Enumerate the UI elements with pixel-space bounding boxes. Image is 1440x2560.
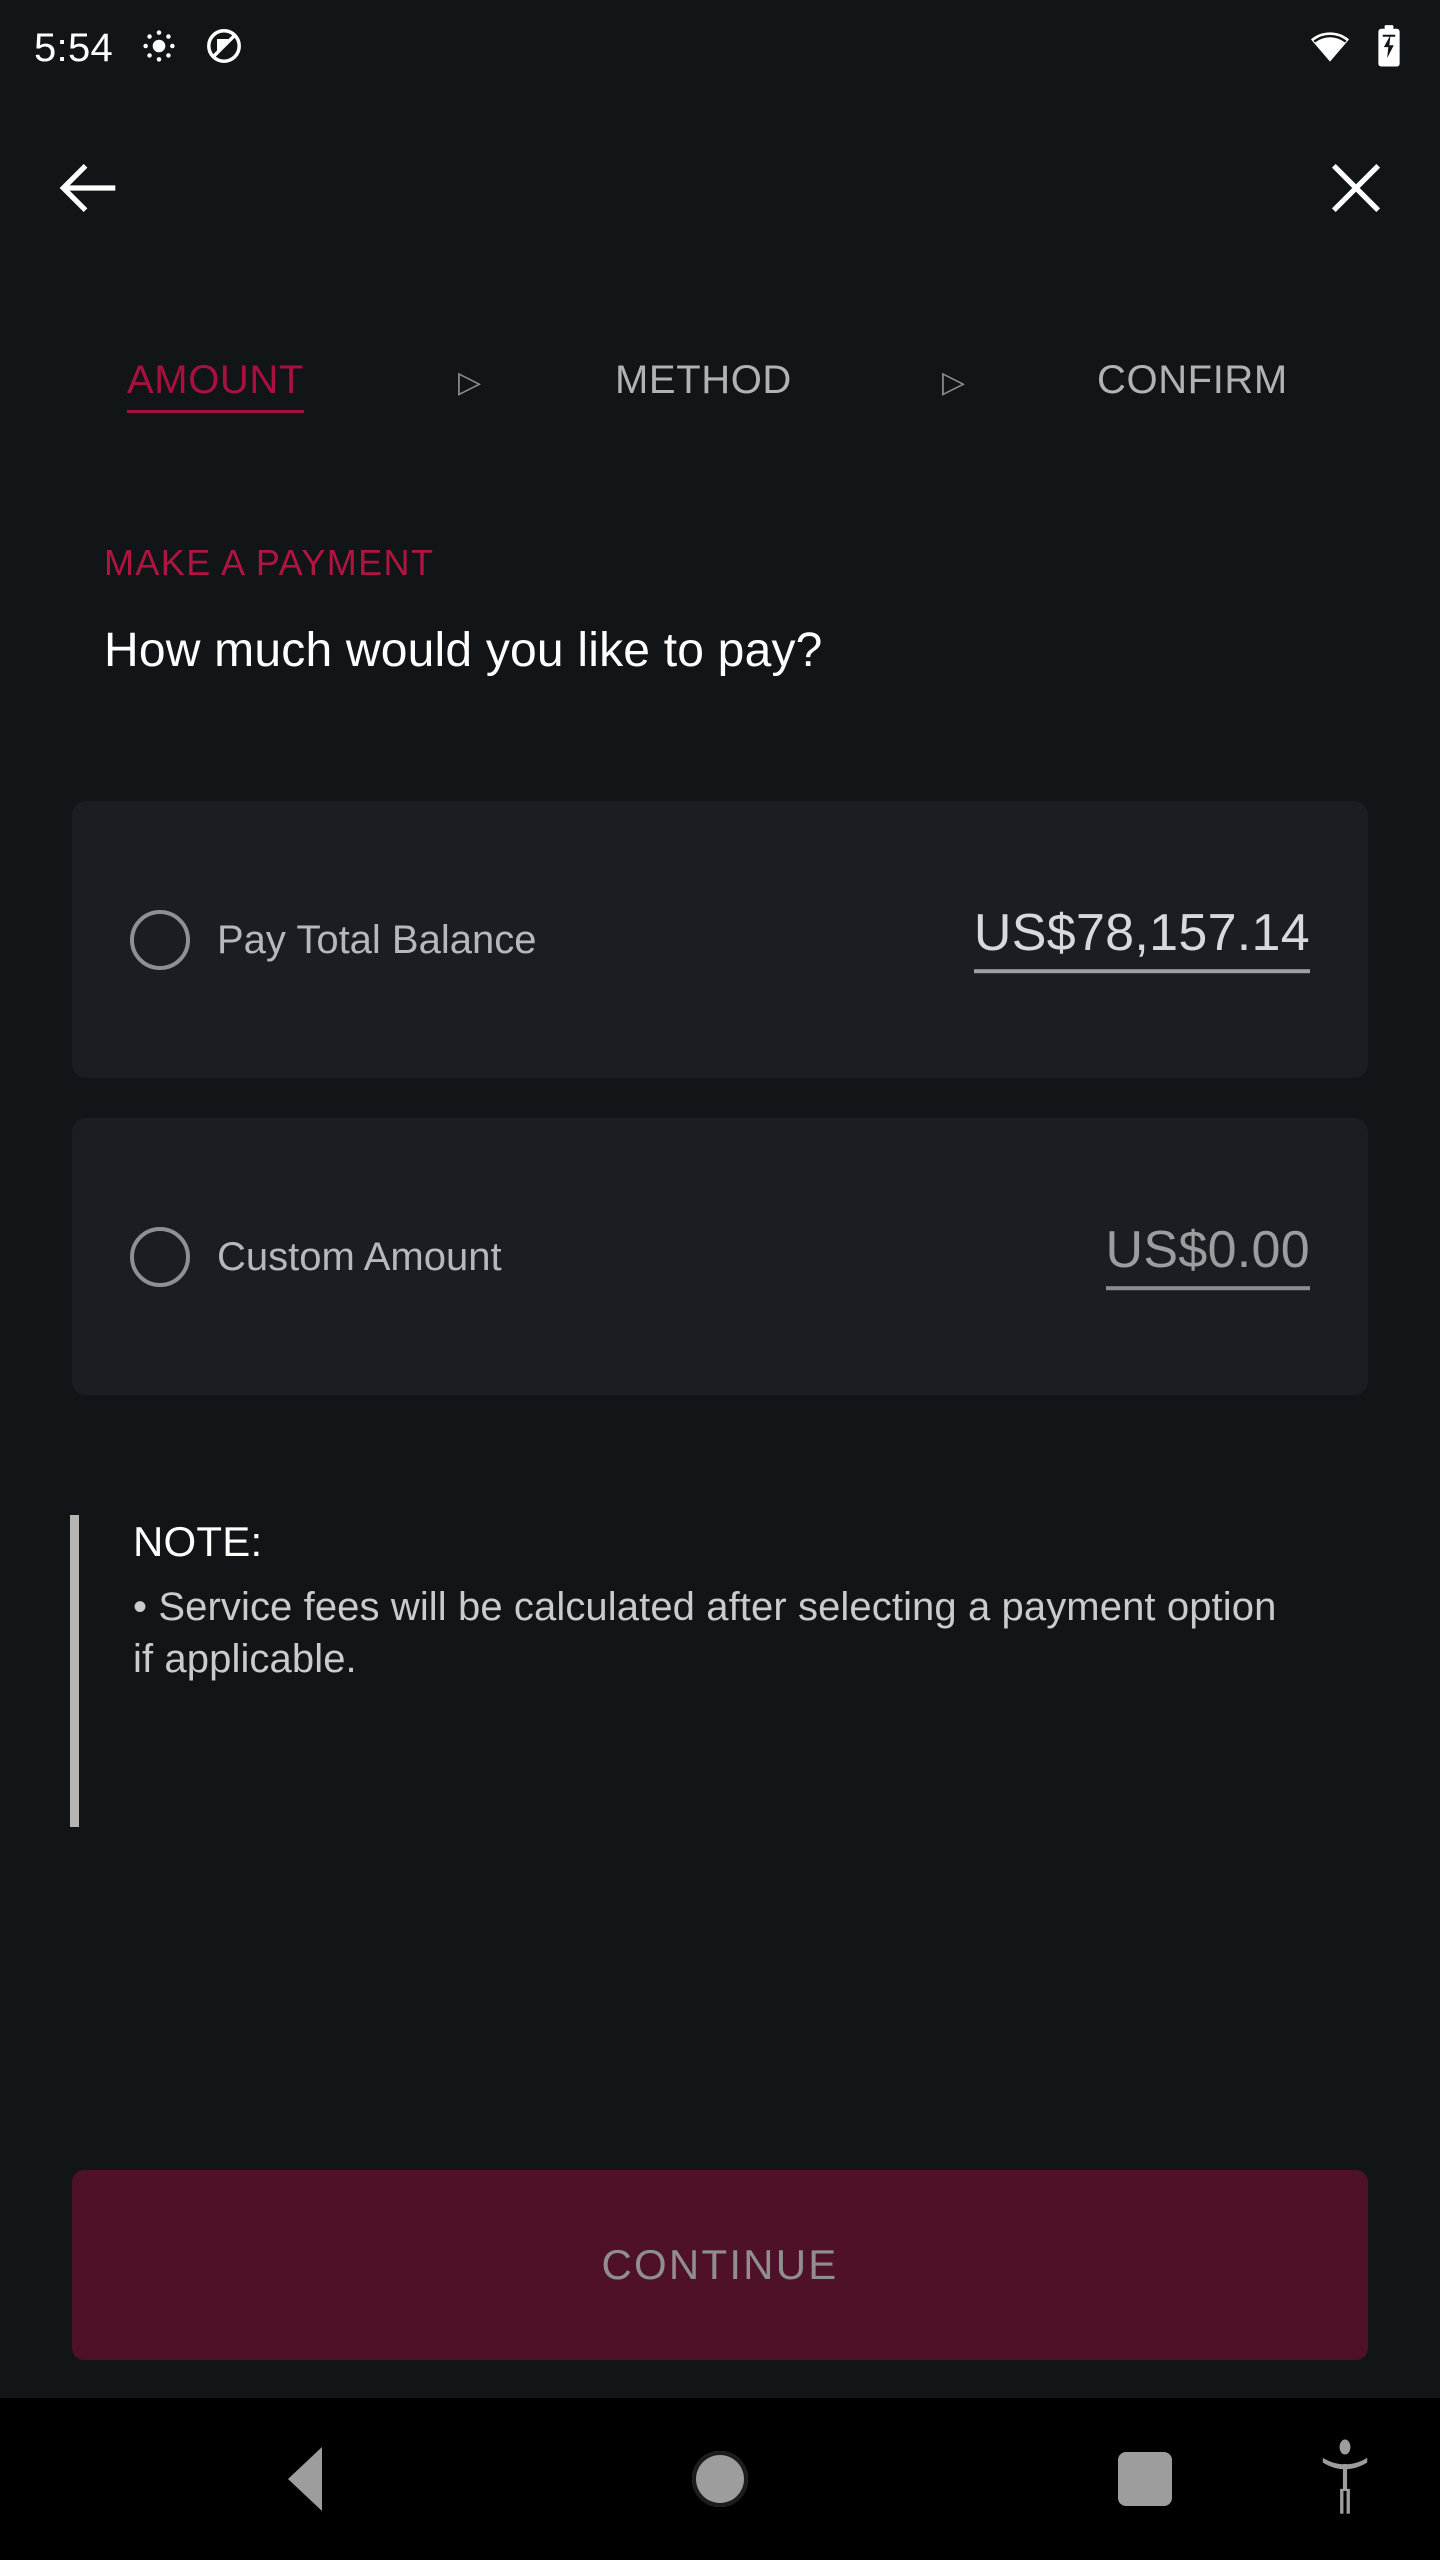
phone-screen: 5:54 AMOUNT ▷ METHOD ▷ CONFIRM MAKE A PA… [0, 0, 1440, 2560]
continue-button[interactable]: CONTINUE [72, 2170, 1368, 2360]
section-eyebrow: MAKE A PAYMENT [104, 542, 435, 583]
radio-custom-amount[interactable] [130, 1226, 190, 1287]
step-confirm[interactable]: CONFIRM [1097, 360, 1288, 406]
close-icon [1323, 155, 1389, 226]
amount-value-pay-total-balance: US$78,157.14 [973, 903, 1310, 962]
page-title: How much would you like to pay? [104, 624, 823, 677]
note-block: NOTE: • Service fees will be calculated … [70, 1515, 1320, 1827]
circle-home-icon [692, 2451, 748, 2507]
nav-recents-button[interactable] [1070, 2398, 1220, 2560]
continue-button-label: CONTINUE [601, 2241, 839, 2288]
option-label-pay-total-balance: Pay Total Balance [217, 917, 537, 962]
app-bar [0, 128, 1440, 248]
amount-input-custom-amount[interactable]: US$0.00 [1105, 1220, 1310, 1291]
close-button[interactable] [1310, 144, 1402, 236]
step-separator-arrow-icon: ▷ [942, 366, 966, 399]
amount-underline [1105, 1286, 1310, 1291]
brightness-icon [141, 28, 177, 69]
accessibility-icon [1314, 2438, 1376, 2521]
android-navigation-bar [0, 2398, 1440, 2560]
step-separator-arrow-icon: ▷ [458, 366, 482, 399]
amount-underline [973, 969, 1310, 974]
note-body: NOTE: • Service fees will be calculated … [133, 1517, 1283, 1685]
step-method[interactable]: METHOD [615, 360, 792, 406]
payment-stepper: AMOUNT ▷ METHOD ▷ CONFIRM [0, 340, 1440, 430]
status-bar-right [1308, 24, 1404, 73]
do-not-disturb-icon [205, 27, 243, 70]
note-text: • Service fees will be calculated after … [133, 1585, 1277, 1682]
nav-home-button[interactable] [365, 2398, 1075, 2560]
status-bar: 5:54 [0, 0, 1440, 96]
nav-accessibility-button[interactable] [1270, 2398, 1420, 2560]
square-recents-icon [1118, 2452, 1172, 2506]
option-card-pay-total-balance[interactable]: Pay Total Balance US$78,157.14 [72, 801, 1368, 1078]
note-title: NOTE: [133, 1518, 263, 1565]
nav-back-button[interactable] [230, 2398, 380, 2560]
arrow-left-icon [51, 151, 125, 230]
option-card-custom-amount[interactable]: Custom Amount US$0.00 [72, 1118, 1368, 1395]
amount-value-custom-amount: US$0.00 [1105, 1220, 1310, 1279]
radio-pay-total-balance[interactable] [130, 909, 190, 970]
battery-charging-icon [1374, 24, 1404, 73]
note-accent-bar [70, 1515, 79, 1827]
wifi-icon [1308, 24, 1352, 73]
amount-field-pay-total-balance[interactable]: US$78,157.14 [973, 903, 1310, 974]
back-button[interactable] [42, 144, 134, 236]
option-label-custom-amount: Custom Amount [217, 1234, 502, 1279]
step-amount[interactable]: AMOUNT [127, 360, 304, 413]
status-bar-left: 5:54 [34, 27, 243, 70]
triangle-back-icon [288, 2447, 322, 2511]
status-bar-clock: 5:54 [34, 26, 114, 70]
